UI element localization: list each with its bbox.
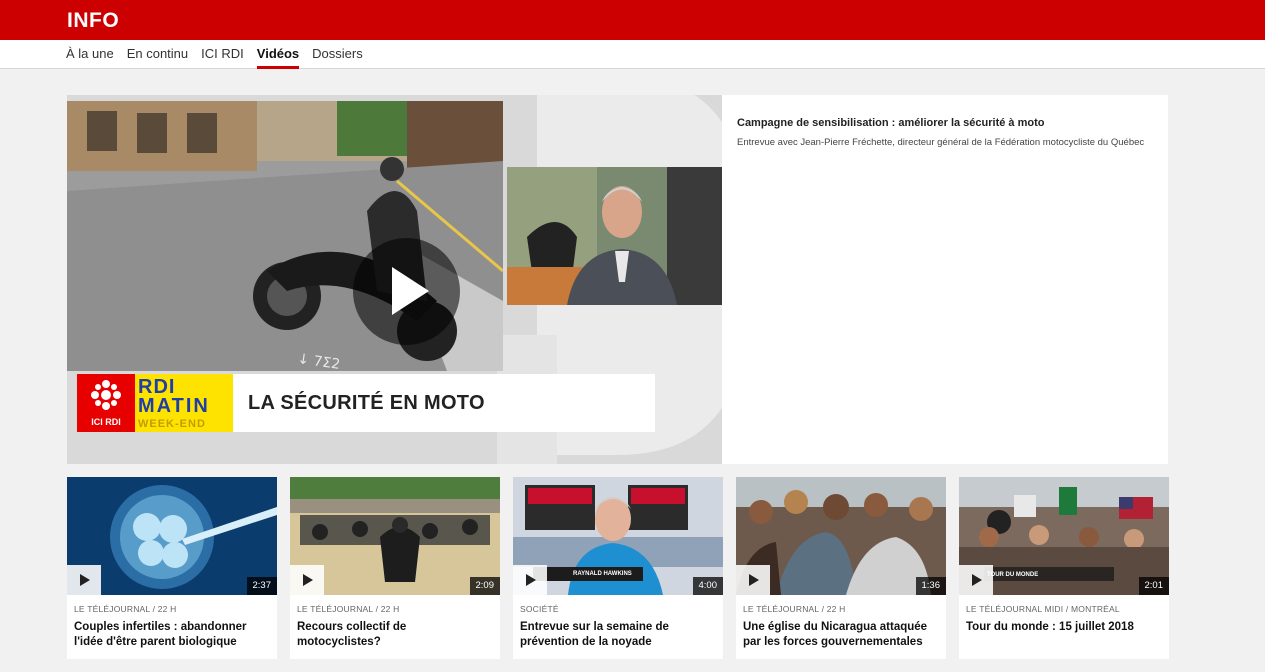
featured-video-description: Entrevue avec Jean-Pierre Fréchette, dir… xyxy=(737,137,1145,148)
play-icon[interactable] xyxy=(959,565,993,595)
video-category: LE TÉLÉJOURNAL / 22 H xyxy=(297,604,400,614)
video-duration: 4:00 xyxy=(692,577,723,595)
video-category: LE TÉLÉJOURNAL MIDI / MONTRÉAL xyxy=(966,604,1120,614)
nav-item-videos[interactable]: Vidéos xyxy=(256,40,300,69)
video-thumbnail[interactable]: RAYNALD HAWKINS 4:00 xyxy=(513,477,723,595)
rdi-matin-logo: RDI MATIN WEEK-END xyxy=(135,374,233,432)
lower-third-banner: ICI RDI RDI MATIN WEEK-END LA SÉCURITÉ E… xyxy=(77,374,655,432)
video-title[interactable]: Une église du Nicaragua attaquée par les… xyxy=(743,620,939,650)
featured-video-info: Campagne de sensibilisation : améliorer … xyxy=(737,117,1157,149)
featured-video-player[interactable]: ↓ 7Σ2 ICI RDI RDI MATIN WEEK-END LA SÉCU… xyxy=(67,95,722,464)
video-card[interactable]: TOUR DU MONDE 2:01 LE TÉLÉJOURNAL MIDI /… xyxy=(959,477,1169,659)
video-thumbnail[interactable]: 2:37 xyxy=(67,477,277,595)
nav-item-dossiers[interactable]: Dossiers xyxy=(312,40,363,68)
rdi-matin-logo-line-2: MATIN xyxy=(138,395,210,417)
video-card[interactable]: RAYNALD HAWKINS 4:00 SOCIÉTÉ Entrevue su… xyxy=(513,477,723,659)
ici-rdi-logo-text: ICI RDI xyxy=(91,417,121,427)
lower-third-title: LA SÉCURITÉ EN MOTO xyxy=(248,391,485,414)
video-title[interactable]: Recours collectif de motocyclistes? xyxy=(297,620,493,650)
video-category: LE TÉLÉJOURNAL / 22 H xyxy=(74,604,177,614)
featured-video-headline[interactable]: Campagne de sensibilisation : améliorer … xyxy=(737,117,1157,129)
video-title[interactable]: Tour du monde : 15 juillet 2018 xyxy=(966,620,1162,635)
video-duration: 1:36 xyxy=(915,577,946,595)
top-header-bar: INFO xyxy=(0,0,1265,40)
featured-play-button[interactable] xyxy=(353,238,460,345)
section-nav-bar: À la une En continu ICI RDI Vidéos Dossi… xyxy=(0,40,1265,69)
ici-rdi-logo: ICI RDI xyxy=(77,374,135,432)
play-icon[interactable] xyxy=(290,565,324,595)
thumbnail-caption: RAYNALD HAWKINS xyxy=(573,571,632,577)
video-thumbnail[interactable]: TOUR DU MONDE 2:01 xyxy=(959,477,1169,595)
thumbnail-caption: TOUR DU MONDE xyxy=(987,572,1039,578)
video-card[interactable]: 1:36 LE TÉLÉJOURNAL / 22 H Une église du… xyxy=(736,477,946,659)
video-duration: 2:37 xyxy=(246,577,277,595)
featured-thumbnail-interview xyxy=(507,167,722,305)
nav-item-en-continu[interactable]: En continu xyxy=(127,40,188,68)
video-title[interactable]: Entrevue sur la semaine de prévention de… xyxy=(520,620,716,650)
section-nav: À la une En continu ICI RDI Vidéos Dossi… xyxy=(66,40,363,69)
radio-canada-gem-icon xyxy=(91,380,121,410)
rdi-matin-logo-line-3: WEEK-END xyxy=(138,418,206,430)
nav-item-ici-rdi[interactable]: ICI RDI xyxy=(201,40,244,68)
video-title[interactable]: Couples infertiles : abandonner l'idée d… xyxy=(74,620,270,650)
video-category: SOCIÉTÉ xyxy=(520,604,559,614)
video-category: LE TÉLÉJOURNAL / 22 H xyxy=(743,604,846,614)
play-icon[interactable] xyxy=(736,565,770,595)
play-icon[interactable] xyxy=(67,565,101,595)
play-icon[interactable] xyxy=(513,565,547,595)
video-thumbnail[interactable]: 2:09 xyxy=(290,477,500,595)
video-duration: 2:01 xyxy=(1138,577,1169,595)
video-card[interactable]: 2:09 LE TÉLÉJOURNAL / 22 H Recours colle… xyxy=(290,477,500,659)
video-duration: 2:09 xyxy=(469,577,500,595)
nav-item-a-la-une[interactable]: À la une xyxy=(66,40,114,68)
video-thumbnail[interactable]: 1:36 xyxy=(736,477,946,595)
featured-video: ↓ 7Σ2 ICI RDI RDI MATIN WEEK-END LA SÉCU… xyxy=(67,95,1168,464)
video-card-list: 2:37 LE TÉLÉJOURNAL / 22 H Couples infer… xyxy=(67,477,1169,659)
video-card[interactable]: 2:37 LE TÉLÉJOURNAL / 22 H Couples infer… xyxy=(67,477,277,659)
brand-logo[interactable]: INFO xyxy=(67,9,119,33)
